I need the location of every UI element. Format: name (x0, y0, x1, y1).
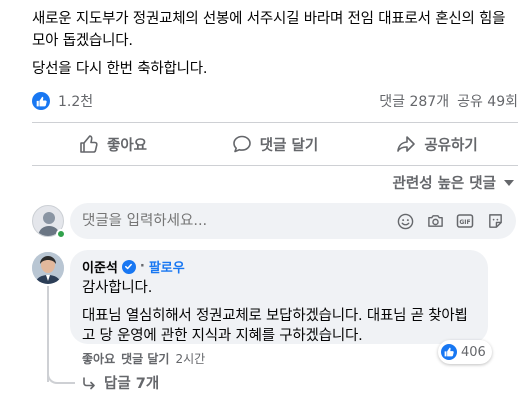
reply-arrow-icon (83, 376, 95, 389)
like-count[interactable]: 1.2천 (32, 91, 93, 111)
comment-composer[interactable]: GIF (70, 203, 516, 239)
comment-count[interactable]: 댓글 287개 (379, 91, 449, 111)
comment-timestamp[interactable]: 2시간 (175, 350, 205, 367)
thread-line (47, 370, 75, 384)
like-count-text: 1.2천 (58, 94, 94, 110)
svg-text:GIF: GIF (459, 219, 470, 226)
emoji-icon[interactable] (396, 212, 414, 230)
camera-icon[interactable] (426, 212, 444, 230)
comment-sort-dropdown[interactable]: 관련성 높은 댓글 (393, 172, 514, 193)
comment-sort-label: 관련성 높은 댓글 (392, 176, 496, 192)
comment-author-name[interactable]: 이준석 (82, 257, 118, 276)
post-stats: 1.2천 댓글 287개 공유 49회 (32, 88, 518, 114)
post-text: 새로운 지도부가 정권교체의 선봉에 서주시길 바라며 전임 대표로서 혼신의 … (32, 8, 522, 86)
view-replies-label: 답글 7개 (104, 376, 160, 392)
comment-text: 감사합니다. 대표님 열심히해서 정권교체로 보답하겠습니다. 대표님 곧 찾아… (82, 278, 476, 346)
like-thumb-icon (80, 135, 98, 153)
comment-button[interactable]: 댓글 달기 (194, 124, 356, 164)
comment-line: 감사합니다. (82, 280, 153, 296)
comment-input[interactable] (82, 213, 396, 229)
chevron-down-icon (504, 179, 514, 186)
comment-reactions[interactable]: 406 (438, 340, 492, 364)
share-button-label: 공유하기 (424, 137, 478, 154)
online-status-dot (56, 229, 66, 239)
share-count[interactable]: 공유 49회 (457, 91, 518, 111)
post-paragraph: 새로운 지도부가 정권교체의 선봉에 서주시길 바라며 전임 대표로서 혼신의 … (32, 11, 506, 49)
verified-icon (121, 259, 136, 274)
comment-meta: 좋아요 댓글 달기 2시간 (82, 350, 205, 367)
post-paragraph: 당선을 다시 한번 축하합니다. (32, 61, 208, 77)
share-icon (397, 136, 416, 152)
reaction-count: 406 (461, 344, 486, 360)
separator-dot: · (139, 259, 145, 274)
share-button[interactable]: 공유하기 (356, 124, 518, 164)
sticker-icon[interactable] (486, 212, 504, 230)
like-button-label: 좋아요 (106, 137, 148, 154)
divider (32, 165, 518, 166)
thread-line (47, 286, 49, 382)
divider (32, 122, 518, 123)
comment-author-avatar[interactable] (32, 252, 64, 284)
comment-bubble: 이준석 · 팔로우 감사합니다. 대표님 열심히해서 정권교체로 보답하겠습니다… (70, 250, 488, 344)
follow-button[interactable]: 팔로우 (149, 257, 185, 276)
comment-button-label: 댓글 달기 (259, 137, 319, 154)
comment-like-link[interactable]: 좋아요 (82, 350, 115, 367)
comment-reply-link[interactable]: 댓글 달기 (121, 350, 169, 367)
action-bar: 좋아요 댓글 달기 공유하기 (32, 124, 518, 164)
like-badge-icon (441, 344, 457, 360)
like-badge-icon (32, 92, 50, 110)
like-button[interactable]: 좋아요 (32, 124, 194, 164)
view-replies-button[interactable]: 답글 7개 (82, 372, 159, 393)
gif-icon[interactable]: GIF (456, 212, 474, 230)
comment-icon (232, 135, 251, 153)
comment-line: 대표님 열심히해서 정권교체로 보답하겠습니다. 대표님 곧 찾아뵙고 당 운영… (82, 308, 468, 344)
